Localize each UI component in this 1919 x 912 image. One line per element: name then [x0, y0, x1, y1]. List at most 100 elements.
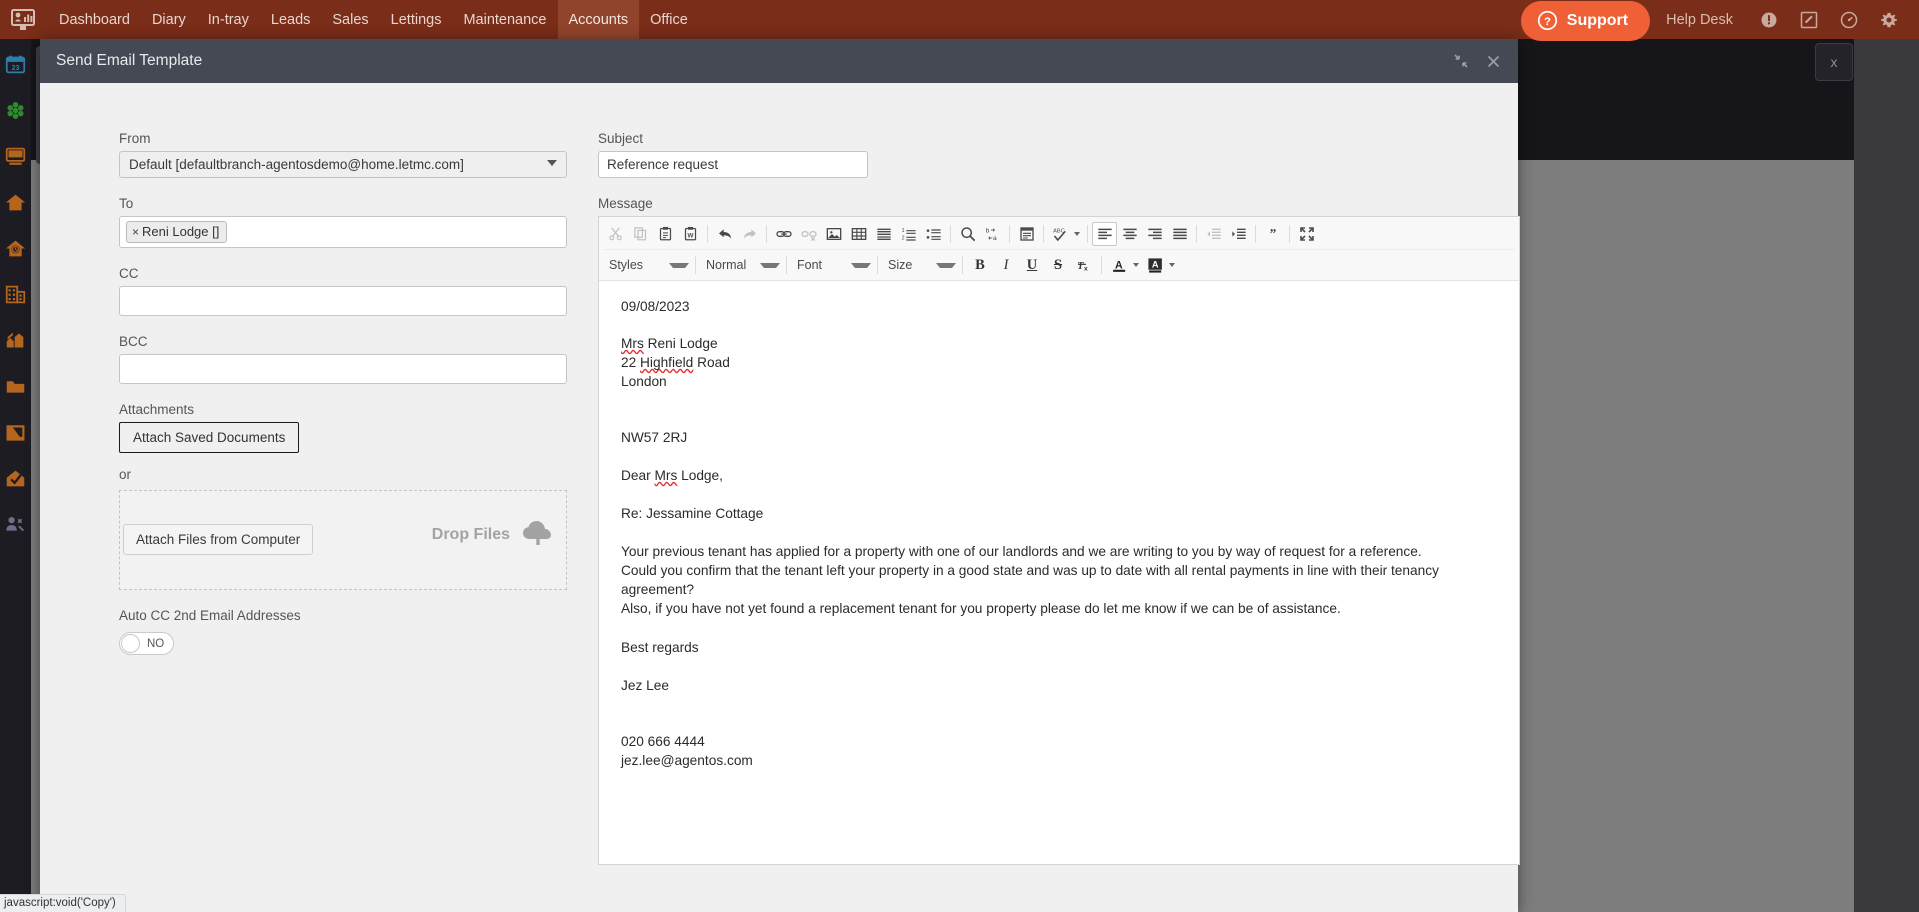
find-icon[interactable]	[955, 222, 980, 246]
from-label: From	[119, 131, 151, 146]
cut-icon[interactable]	[603, 222, 628, 246]
svg-text:a: a	[993, 235, 997, 242]
spellcheck-icon[interactable]: ABC	[1048, 222, 1073, 246]
message-body[interactable]: 09/08/2023 Mrs Reni Lodge 22 Highfield R…	[599, 281, 1519, 864]
collapse-arrows-icon[interactable]	[1452, 52, 1470, 70]
speedometer-icon[interactable]	[1838, 9, 1860, 31]
close-icon[interactable]	[1484, 52, 1502, 70]
nav-item-lettings[interactable]: Lettings	[380, 0, 453, 39]
sidebar-item-calendar[interactable]: 23	[0, 49, 31, 79]
svg-text:x: x	[1084, 265, 1088, 272]
sidebar-item-contractors[interactable]	[0, 509, 31, 539]
remove-format-button[interactable]: Tx	[1071, 253, 1097, 277]
blockquote-icon[interactable]: ”	[1260, 222, 1285, 246]
nav-item-maintenance[interactable]: Maintenance	[452, 0, 557, 39]
sidebar-item-properties[interactable]	[0, 95, 31, 125]
align-left-icon[interactable]	[1092, 221, 1117, 246]
outdent-icon[interactable]	[1201, 222, 1226, 246]
toolbar-separator	[1009, 224, 1010, 243]
horizontal-rule-icon[interactable]	[871, 222, 896, 246]
person-tools-icon	[6, 516, 25, 531]
background-close-button[interactable]: x	[1815, 43, 1853, 81]
sidebar-item-maintenance[interactable]	[0, 325, 31, 355]
to-input[interactable]: × Reni Lodge []	[119, 216, 567, 248]
copy-icon[interactable]	[628, 222, 653, 246]
templates-icon[interactable]	[1014, 222, 1039, 246]
styles-combo[interactable]: Styles	[603, 253, 691, 277]
sidebar-item-branches[interactable]	[0, 279, 31, 309]
align-justify-icon[interactable]	[1167, 222, 1192, 246]
address-street-type: Road	[693, 355, 730, 371]
numbered-list-icon[interactable]: 12	[896, 222, 921, 246]
nav-item-office[interactable]: Office	[639, 0, 699, 39]
bulleted-list-icon[interactable]	[921, 222, 946, 246]
sidebar-item-compliance[interactable]	[0, 463, 31, 493]
link-icon[interactable]	[771, 222, 796, 246]
salutation-title: Mrs	[654, 468, 678, 484]
text-color-button[interactable]: A	[1106, 253, 1132, 277]
maximize-icon[interactable]	[1294, 222, 1319, 246]
toolbar-separator	[1087, 224, 1088, 243]
italic-button[interactable]: I	[993, 253, 1019, 277]
recipient-token[interactable]: × Reni Lodge []	[126, 221, 228, 243]
folder-arrow-icon	[6, 424, 25, 441]
sidebar-item-payments[interactable]	[0, 141, 31, 171]
indent-icon[interactable]	[1226, 222, 1251, 246]
bcc-input[interactable]	[119, 354, 567, 384]
undo-icon[interactable]	[712, 222, 737, 246]
toggle-knob	[121, 634, 140, 653]
nav-item-dashboard[interactable]: Dashboard	[48, 0, 141, 39]
attach-files-from-computer-button[interactable]: Attach Files from Computer	[123, 524, 314, 555]
svg-text:23: 23	[12, 64, 20, 71]
to-label: To	[119, 196, 134, 211]
gear-icon[interactable]	[1878, 9, 1900, 31]
spellcheck-caret-icon[interactable]	[1074, 231, 1080, 236]
font-size-combo[interactable]: Size	[882, 253, 958, 277]
sidebar-item-documents[interactable]	[0, 371, 31, 401]
nav-item-diary[interactable]: Diary	[141, 0, 197, 39]
align-center-icon[interactable]	[1117, 222, 1142, 246]
font-combo[interactable]: Font	[791, 253, 873, 277]
sidebar-item-tenancies[interactable]	[0, 233, 31, 263]
paste-icon[interactable]	[653, 222, 678, 246]
bold-button[interactable]: B	[967, 253, 993, 277]
background-color-button[interactable]: A	[1142, 253, 1168, 277]
font-size-label: Size	[888, 258, 913, 272]
attach-saved-documents-button[interactable]: Attach Saved Documents	[119, 422, 300, 453]
sidebar-item-lettings[interactable]	[0, 187, 31, 217]
replace-icon[interactable]: ba	[980, 222, 1005, 246]
app-logo[interactable]	[8, 7, 38, 33]
subject-label: Subject	[598, 131, 644, 146]
file-dropzone[interactable]: Attach Files from Computer Drop Files	[119, 490, 567, 590]
from-select[interactable]: Default [defaultbranch-agentosdemo@home.…	[119, 151, 567, 178]
payments-screen-icon	[5, 147, 26, 165]
svg-text:2: 2	[901, 235, 904, 241]
nav-item-leads[interactable]: Leads	[260, 0, 322, 39]
underline-button[interactable]: U	[1019, 253, 1045, 277]
subject-input[interactable]	[598, 151, 868, 178]
nav-item-in-tray[interactable]: In-tray	[197, 0, 260, 39]
strikethrough-button[interactable]: S	[1045, 253, 1071, 277]
image-icon[interactable]	[821, 222, 846, 246]
unlink-icon[interactable]	[796, 222, 821, 246]
background-color-caret-icon[interactable]	[1169, 263, 1175, 267]
remove-token-icon[interactable]: ×	[132, 225, 139, 239]
status-bar: javascript:void('Copy')	[0, 894, 126, 912]
nav-item-accounts[interactable]: Accounts	[557, 0, 640, 39]
office-building-icon	[5, 285, 26, 303]
redo-icon[interactable]	[737, 222, 762, 246]
cc-input[interactable]	[119, 286, 567, 316]
alert-badge-icon[interactable]	[1758, 9, 1780, 31]
align-right-icon[interactable]	[1142, 222, 1167, 246]
table-icon[interactable]	[846, 222, 871, 246]
paragraph-format-combo[interactable]: Normal	[700, 253, 782, 277]
nav-item-sales[interactable]: Sales	[321, 0, 379, 39]
help-desk-link[interactable]: Help Desk	[1666, 12, 1733, 28]
text-color-caret-icon[interactable]	[1133, 263, 1139, 267]
edit-square-icon[interactable]	[1798, 9, 1820, 31]
paste-from-word-icon[interactable]: W	[678, 222, 703, 246]
sidebar-item-transfers[interactable]	[0, 417, 31, 447]
construction-icon	[6, 332, 24, 347]
support-button[interactable]: ? Support	[1520, 0, 1651, 41]
auto-cc-toggle[interactable]: NO	[119, 632, 174, 655]
